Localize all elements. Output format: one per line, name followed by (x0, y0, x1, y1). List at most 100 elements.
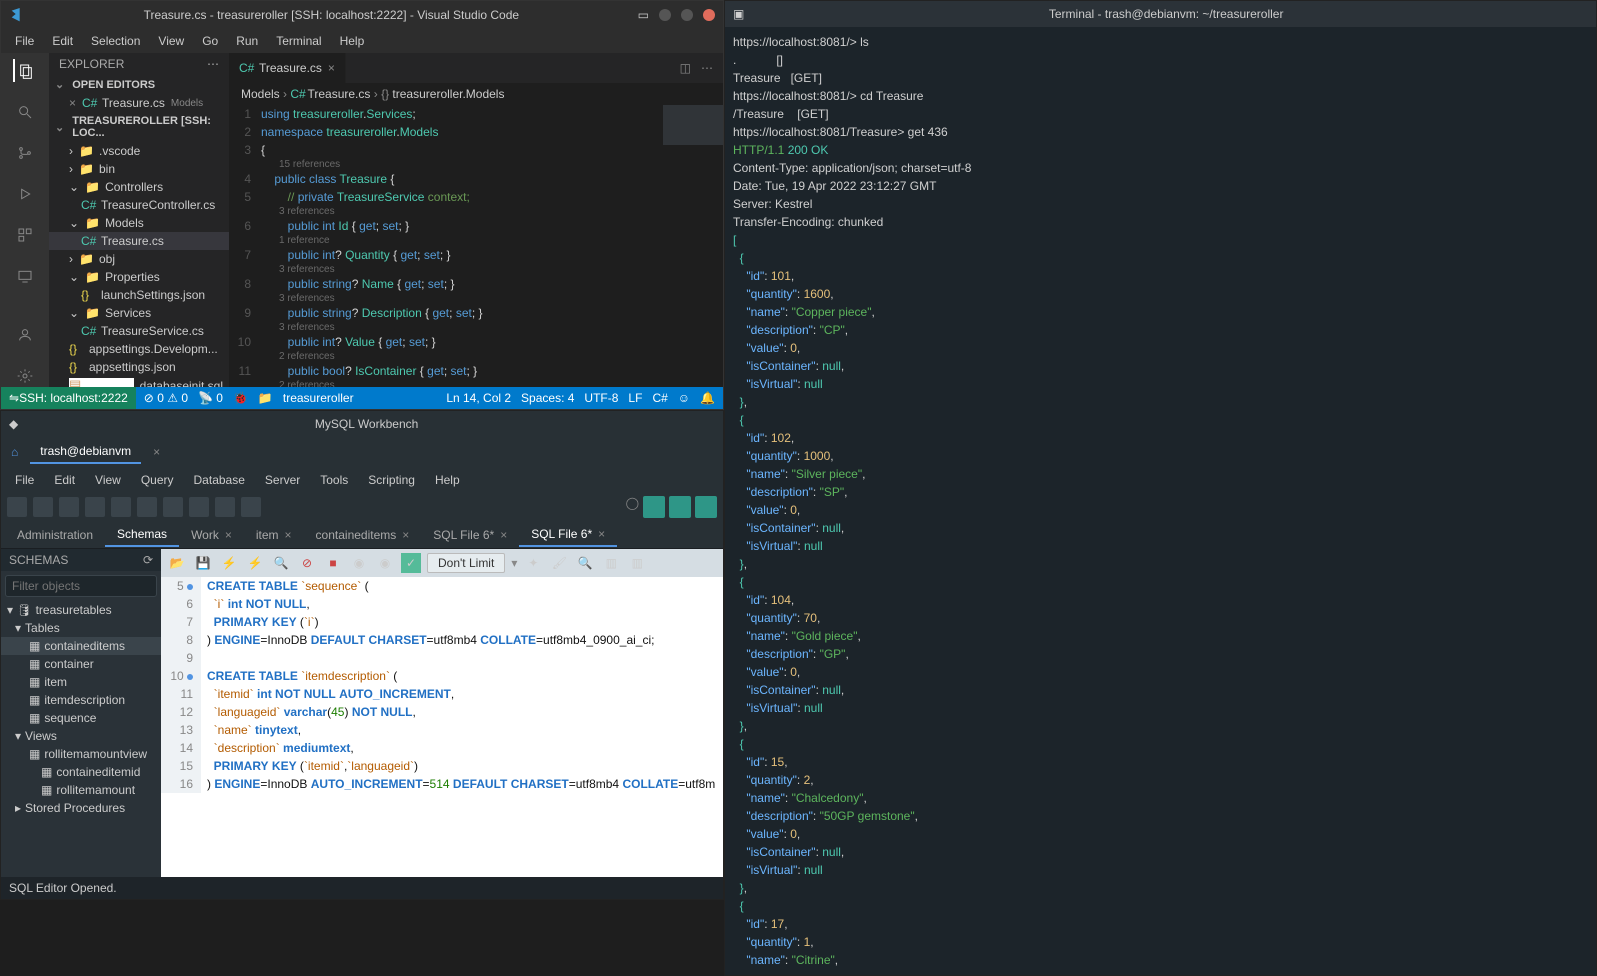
errors-status[interactable]: ⊘ 0 ⚠ 0 (144, 391, 188, 405)
bell-icon[interactable]: 🔔 (700, 391, 715, 405)
new-sql-icon[interactable] (7, 497, 27, 517)
project-name[interactable]: treasureroller (283, 391, 354, 405)
panel-bottom-button[interactable] (669, 496, 691, 518)
find-icon[interactable]: 🔍 (575, 553, 595, 573)
close-icon[interactable]: × (69, 96, 76, 110)
save-icon[interactable]: 💾 (193, 553, 213, 573)
codelens[interactable]: 1 reference (229, 235, 717, 246)
settings-icon[interactable] (13, 364, 37, 387)
close-button[interactable] (703, 9, 715, 21)
menu-file[interactable]: File (7, 32, 42, 50)
tree-item[interactable]: {}appsettings.json (49, 358, 229, 376)
schema-tree-item[interactable]: ▦ sequence (1, 709, 161, 727)
connection-tab[interactable]: trash@debianvm (30, 440, 141, 464)
account-icon[interactable] (13, 323, 37, 346)
tab-close-icon[interactable]: × (598, 527, 605, 541)
file-tab[interactable]: Work × (179, 523, 244, 547)
codelens[interactable]: 3 references (229, 293, 717, 304)
remote-icon[interactable] (13, 264, 37, 287)
tree-item[interactable]: › 📁bin (49, 160, 229, 178)
minimap[interactable] (663, 105, 723, 145)
menu-scripting[interactable]: Scripting (360, 471, 423, 489)
tab-close-icon[interactable]: × (328, 61, 335, 75)
menu-tools[interactable]: Tools (312, 471, 356, 489)
autocommit-icon[interactable]: ✓ (401, 553, 421, 573)
tree-item[interactable]: ⌄ 📁Properties (49, 268, 229, 286)
tab-close-icon[interactable]: × (285, 528, 292, 542)
execute-icon[interactable]: ⚡ (219, 553, 239, 573)
menu-file[interactable]: File (7, 471, 42, 489)
ssh-status[interactable]: ⇋ SSH: localhost:2222 (1, 387, 136, 409)
rollback-icon[interactable]: ◉ (375, 553, 395, 573)
tree-item[interactable]: ⌄ 📁Services (49, 304, 229, 322)
schema-tree-item[interactable]: ▾ Tables (1, 619, 161, 637)
inspect-icon[interactable] (59, 497, 79, 517)
tab-close-icon[interactable]: × (153, 445, 160, 459)
tree-item[interactable]: {}appsettings.Developm... (49, 340, 229, 358)
tool-icon[interactable] (215, 497, 235, 517)
menu-selection[interactable]: Selection (83, 32, 148, 50)
tree-item[interactable]: {}launchSettings.json (49, 286, 229, 304)
panel-right-button[interactable] (695, 496, 717, 518)
eol-status[interactable]: LF (628, 391, 642, 405)
menu-server[interactable]: Server (257, 471, 308, 489)
file-tab[interactable]: SQL File 6* × (519, 523, 617, 547)
menu-view[interactable]: View (150, 32, 192, 50)
source-control-icon[interactable] (13, 141, 37, 164)
tab-close-icon[interactable]: × (402, 528, 409, 542)
file-tab[interactable]: containeditems × (304, 523, 422, 547)
search-icon[interactable] (13, 100, 37, 123)
tree-item[interactable]: ⌄ 📁Models (49, 214, 229, 232)
tool-icon[interactable]: ▥ (627, 553, 647, 573)
bookmark-icon[interactable]: ▭ (638, 8, 649, 22)
sql-text-area[interactable]: 5 CREATE TABLE `sequence` (6 `i` int NOT… (161, 577, 723, 877)
tool-icon[interactable] (241, 497, 261, 517)
circle-icon[interactable]: ◯ (626, 496, 639, 518)
schema-tree-item[interactable]: ▦ itemdescription (1, 691, 161, 709)
workspace-section[interactable]: TREASUREROLLER [SSH: LOC... (49, 112, 229, 142)
code-editor[interactable]: 1using treasureroller.Services;2namespac… (229, 105, 723, 387)
tree-item[interactable]: C#Treasure.cs (49, 232, 229, 250)
breadcrumb[interactable]: Models › C# Treasure.cs › {} treasurerol… (229, 83, 723, 105)
tool-icon[interactable]: 🖌 (549, 553, 569, 573)
stop-icon[interactable]: ■ (323, 553, 343, 573)
new-tab-icon[interactable] (85, 497, 105, 517)
maximize-button[interactable] (681, 9, 693, 21)
encoding-status[interactable]: UTF-8 (584, 391, 618, 405)
menu-view[interactable]: View (87, 471, 129, 489)
menu-go[interactable]: Go (194, 32, 226, 50)
schema-tree-item[interactable]: ▾ 🛢 treasuretables (1, 601, 161, 619)
refresh-icon[interactable]: ⟳ (143, 553, 153, 567)
tab-treasure-cs[interactable]: C# Treasure.cs × (229, 53, 346, 83)
tool-icon[interactable] (189, 497, 209, 517)
schema-tree-item[interactable]: ▦ rollitemamountview (1, 745, 161, 763)
extensions-icon[interactable] (13, 223, 37, 246)
minimize-button[interactable] (659, 9, 671, 21)
explain-icon[interactable]: 🔍 (271, 553, 291, 573)
codelens[interactable]: 3 references (229, 206, 717, 217)
indent-status[interactable]: Spaces: 4 (521, 391, 574, 405)
commit-icon[interactable]: ◉ (349, 553, 369, 573)
ports-status[interactable]: 📡 0 (198, 391, 223, 405)
schema-tree-item[interactable]: ▸ Stored Procedures (1, 799, 161, 817)
open-editors-section[interactable]: OPEN EDITORS (49, 75, 229, 94)
menu-edit[interactable]: Edit (44, 32, 81, 50)
debug-icon[interactable] (13, 182, 37, 205)
more-icon[interactable]: ⋯ (701, 61, 713, 75)
cursor-position[interactable]: Ln 14, Col 2 (446, 391, 511, 405)
home-icon[interactable]: ⌂ (11, 445, 18, 459)
menu-edit[interactable]: Edit (46, 471, 83, 489)
explorer-icon[interactable] (13, 59, 37, 82)
schema-tree-item[interactable]: ▦ container (1, 655, 161, 673)
codelens[interactable]: 2 references (229, 380, 717, 387)
tool-icon[interactable] (163, 497, 183, 517)
tree-item[interactable]: ⌄ 📁Controllers (49, 178, 229, 196)
execute-step-icon[interactable]: ⚡ (245, 553, 265, 573)
tree-item[interactable]: ▤databaseinit.sql (49, 376, 229, 387)
terminal-body[interactable]: https://localhost:8081/> ls. []Treasure … (725, 27, 1596, 975)
menu-database[interactable]: Database (186, 471, 253, 489)
tool-icon[interactable]: ▥ (601, 553, 621, 573)
panel-left-button[interactable] (643, 496, 665, 518)
menu-terminal[interactable]: Terminal (268, 32, 329, 50)
tool-icon[interactable] (111, 497, 131, 517)
